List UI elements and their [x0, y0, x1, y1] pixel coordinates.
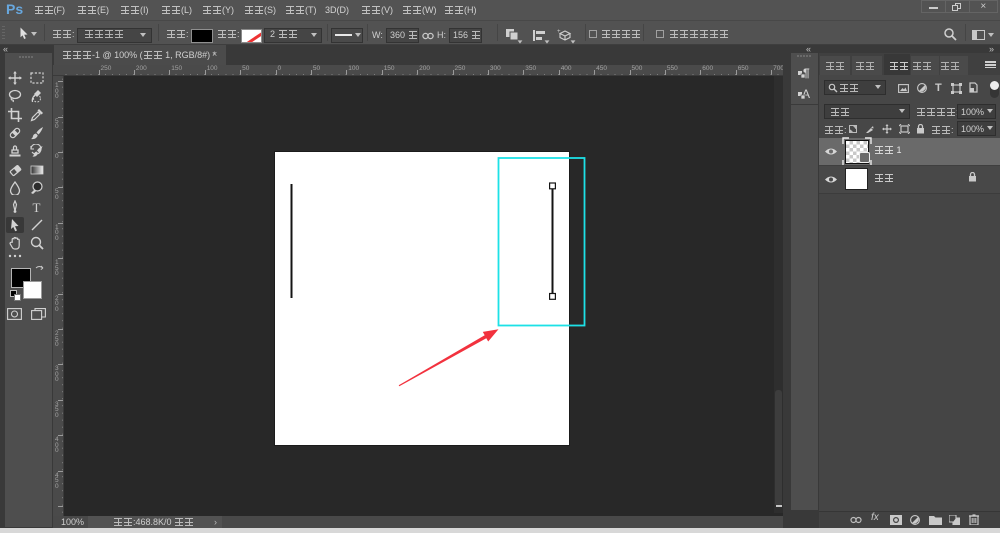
svg-text:T: T [33, 200, 41, 214]
svg-text:+: + [557, 29, 561, 35]
